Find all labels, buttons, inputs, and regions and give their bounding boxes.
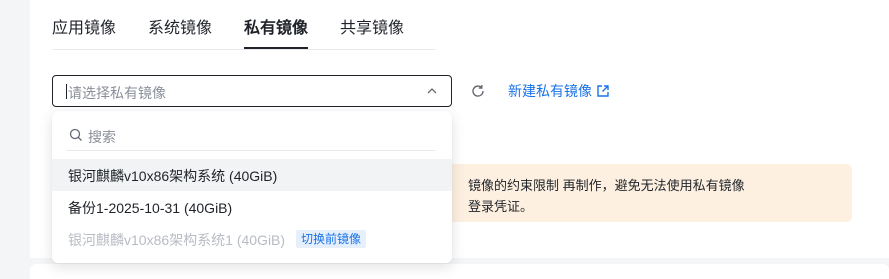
dropdown-option[interactable]: 备份1-2025-10-31 (40GiB) bbox=[52, 191, 452, 223]
image-type-tabs: 应用镜像 系统镜像 私有镜像 共享镜像 bbox=[52, 0, 436, 50]
tab-app-image[interactable]: 应用镜像 bbox=[52, 14, 116, 38]
new-private-image-label: 新建私有镜像 bbox=[508, 83, 592, 99]
new-private-image-link[interactable]: 新建私有镜像 bbox=[508, 81, 610, 101]
tab-shared-image[interactable]: 共享镜像 bbox=[340, 14, 404, 38]
select-placeholder: 请选择私有镜像 bbox=[68, 85, 166, 101]
image-dropdown-menu: 搜索 银河麒麟v10x86架构系统 (40GiB) 备份1-2025-10-31… bbox=[52, 111, 452, 263]
option-label: 银河麒麟v10x86架构系统 (40GiB) bbox=[68, 168, 278, 184]
tab-system-image[interactable]: 系统镜像 bbox=[148, 14, 212, 38]
dropdown-option[interactable]: 银河麒麟v10x86架构系统 (40GiB) bbox=[52, 159, 452, 191]
alert-line-2: 登录凭证。 bbox=[468, 199, 534, 214]
search-icon bbox=[69, 128, 82, 141]
secondary-card bbox=[30, 264, 889, 279]
external-link-icon bbox=[597, 85, 609, 97]
chevron-up-icon bbox=[427, 88, 437, 94]
warning-alert: 镜像的约束限制 再制作，避免无法使用私有镜像 登录凭证。 bbox=[410, 164, 852, 222]
private-image-select[interactable]: 请选择私有镜像 bbox=[52, 75, 452, 107]
search-placeholder: 搜索 bbox=[88, 129, 116, 145]
refresh-icon[interactable] bbox=[470, 83, 486, 99]
active-tab-indicator bbox=[244, 47, 308, 49]
previous-image-badge: 切换前镜像 bbox=[296, 230, 367, 248]
alert-line-1: 镜像的约束限制 再制作，避免无法使用私有镜像 bbox=[468, 178, 745, 193]
option-label: 备份1-2025-10-31 (40GiB) bbox=[68, 200, 233, 216]
dropdown-search[interactable]: 搜索 bbox=[66, 121, 436, 151]
dropdown-option-disabled: 银河麒麟v10x86架构系统1 (40GiB) 切换前镜像 bbox=[52, 223, 452, 255]
tab-private-image[interactable]: 私有镜像 bbox=[244, 14, 308, 38]
option-label: 银河麒麟v10x86架构系统1 (40GiB) bbox=[68, 232, 286, 248]
text-cursor bbox=[66, 84, 67, 99]
